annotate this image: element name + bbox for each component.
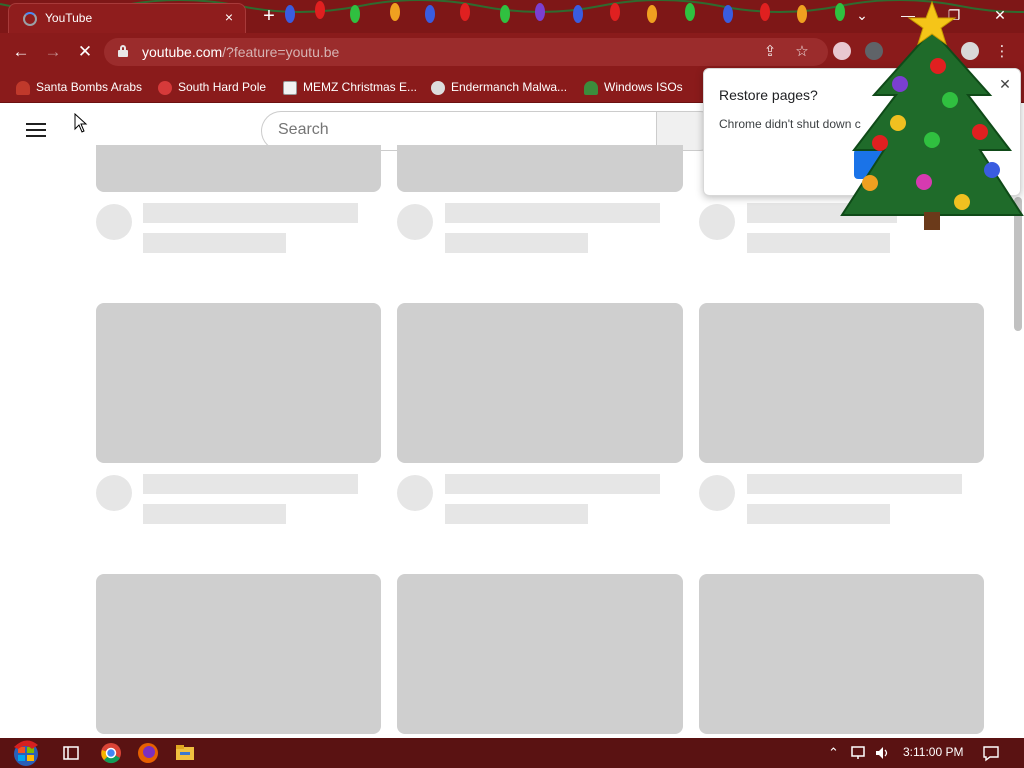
tab-close-icon[interactable]: ×	[221, 9, 237, 25]
title-placeholder	[143, 474, 358, 494]
snowflake-icon	[158, 80, 172, 95]
video-thumbnail-placeholder	[96, 145, 381, 192]
url-host: youtube.com	[142, 44, 223, 60]
channel-avatar-placeholder	[699, 475, 735, 511]
video-thumbnail-placeholder	[699, 303, 984, 463]
bookmark-south-hard-pole[interactable]: South Hard Pole	[158, 77, 266, 97]
memz-icon	[283, 80, 297, 95]
mouse-cursor-icon	[74, 113, 88, 133]
taskbar-clock[interactable]: 3:11:00 PM	[903, 745, 963, 759]
loading-spinner-icon	[23, 12, 37, 26]
christmas-tree-decoration	[840, 0, 1024, 230]
network-icon[interactable]	[849, 744, 867, 762]
channel-avatar-placeholder	[397, 204, 433, 240]
start-button-icon[interactable]	[8, 739, 44, 767]
video-thumbnail-placeholder	[397, 574, 683, 734]
lock-icon[interactable]	[118, 45, 128, 57]
back-button[interactable]: ←	[9, 40, 33, 64]
bookmark-windows-isos[interactable]: Windows ISOs	[584, 77, 683, 97]
url-text: youtube.com/?feature=youtu.be	[142, 44, 339, 60]
meta-placeholder	[143, 504, 286, 524]
title-placeholder	[445, 474, 660, 494]
channel-avatar-placeholder	[96, 204, 132, 240]
share-icon[interactable]: ⇪	[758, 40, 782, 64]
video-thumbnail-placeholder	[96, 574, 381, 734]
bookmark-label: South Hard Pole	[178, 80, 267, 94]
volume-icon[interactable]	[874, 744, 892, 762]
bookmark-memz-christmas[interactable]: MEMZ Christmas E...	[283, 77, 417, 97]
title-placeholder	[747, 474, 962, 494]
meta-placeholder	[445, 504, 588, 524]
bookmark-label: MEMZ Christmas E...	[303, 80, 418, 94]
stop-loading-button[interactable]: ✕	[73, 40, 97, 64]
title-placeholder	[143, 203, 358, 223]
chrome-taskbar-icon[interactable]	[100, 742, 122, 764]
meta-placeholder	[143, 233, 286, 253]
hamburger-menu-icon[interactable]	[26, 123, 46, 137]
search-input[interactable]	[278, 121, 638, 139]
firefox-taskbar-icon[interactable]	[137, 742, 159, 764]
tray-overflow-icon[interactable]: ⌃	[828, 744, 839, 762]
bookmark-star-icon[interactable]: ☆	[790, 40, 814, 64]
forward-button[interactable]: →	[41, 40, 65, 64]
address-bar[interactable]: youtube.com/?feature=youtu.be ⇪ ☆	[104, 38, 828, 66]
channel-avatar-placeholder	[397, 475, 433, 511]
task-view-icon[interactable]	[60, 742, 82, 764]
tab-youtube[interactable]: YouTube ×	[8, 3, 246, 33]
video-thumbnail-placeholder	[699, 574, 984, 734]
bookmark-santa-bombs-arabs[interactable]: Santa Bombs Arabs	[16, 77, 142, 97]
new-tab-button[interactable]: +	[258, 6, 280, 28]
meta-placeholder	[445, 233, 588, 253]
tree-icon	[584, 80, 598, 95]
windows-taskbar: ⌃ 3:11:00 PM	[0, 738, 1024, 768]
channel-avatar-placeholder	[699, 204, 735, 240]
video-thumbnail-placeholder	[397, 145, 683, 192]
bookmark-endermanch-malware[interactable]: Endermanch Malwa...	[431, 77, 567, 97]
url-path: /?feature=youtu.be	[222, 44, 340, 60]
bookmark-label: Endermanch Malwa...	[451, 80, 568, 94]
screen: YouTube × + ⌄ — ❐ ✕ ← → ✕ youtube.com/?f…	[0, 0, 1024, 768]
bookmark-label: Santa Bombs Arabs	[36, 80, 143, 94]
file-explorer-icon[interactable]	[174, 742, 196, 764]
santa-icon	[16, 80, 30, 95]
channel-avatar-placeholder	[96, 475, 132, 511]
dialog-title: Restore pages?	[719, 87, 818, 103]
meta-placeholder	[747, 504, 890, 524]
title-placeholder	[445, 203, 660, 223]
video-thumbnail-placeholder	[96, 303, 381, 463]
tab-title: YouTube	[45, 11, 93, 25]
skull-icon	[431, 80, 445, 95]
bookmark-label: Windows ISOs	[604, 80, 683, 94]
notifications-icon[interactable]	[982, 744, 1000, 762]
video-thumbnail-placeholder	[397, 303, 683, 463]
